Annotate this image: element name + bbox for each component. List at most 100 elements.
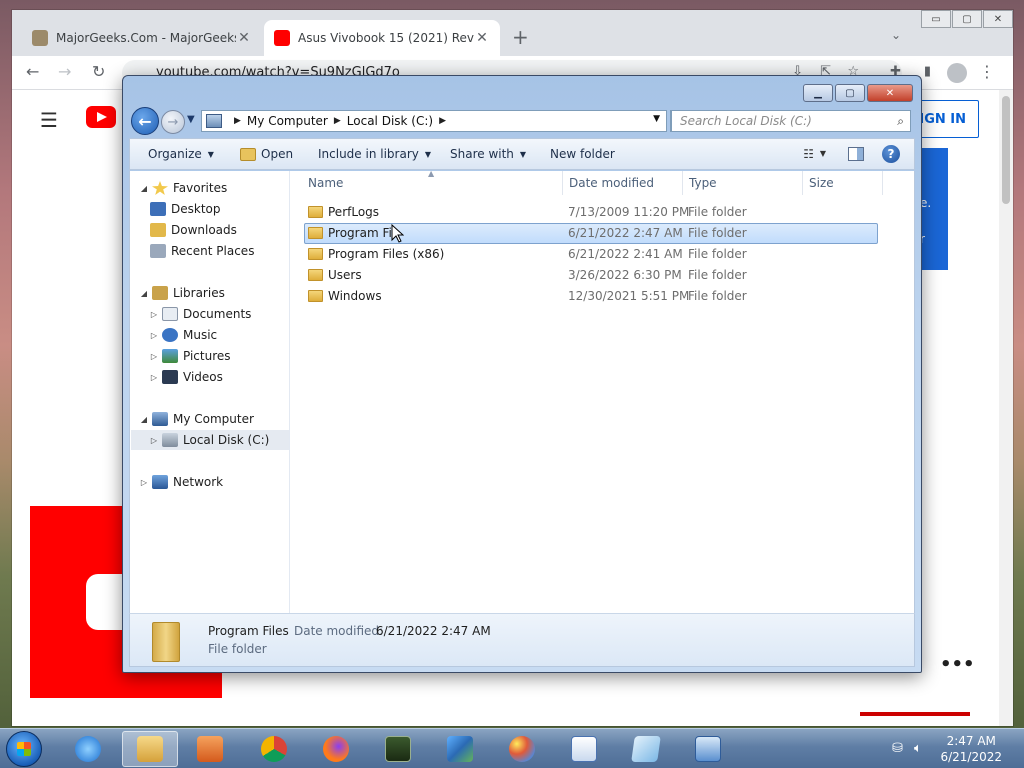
- page-scrollbar[interactable]: [999, 90, 1013, 726]
- file-row-program-files-x86[interactable]: Program Files (x86) 6/21/2022 2:41 AM Fi…: [304, 244, 878, 265]
- mouse-cursor-icon: [391, 224, 404, 243]
- back-button-icon[interactable]: ←: [131, 107, 159, 135]
- profile-avatar-icon[interactable]: [947, 63, 967, 83]
- forward-arrow-icon[interactable]: →: [58, 62, 71, 81]
- side-panel-icon[interactable]: ▮: [924, 64, 931, 79]
- folder-icon: [308, 248, 323, 260]
- reload-icon[interactable]: ↻: [92, 62, 105, 81]
- column-header-type[interactable]: Type: [689, 176, 717, 190]
- breadcrumb-my-computer[interactable]: My Computer: [247, 114, 328, 128]
- taskbar-chrome[interactable]: [246, 731, 302, 767]
- nav-documents[interactable]: ▷ Documents: [148, 304, 251, 324]
- include-in-library-button[interactable]: Include in library ▼: [318, 147, 431, 161]
- nav-pictures[interactable]: ▷ Pictures: [148, 346, 231, 366]
- taskbar-network-app[interactable]: [432, 731, 488, 767]
- more-options-icon[interactable]: •••: [940, 654, 975, 675]
- system-clock[interactable]: 2:47 AM 6/21/2022: [940, 733, 1002, 765]
- column-divider[interactable]: [802, 171, 803, 195]
- nav-local-disk[interactable]: ▷ Local Disk (C:): [131, 430, 289, 450]
- chrome-close-button[interactable]: ✕: [983, 10, 1013, 28]
- organize-button[interactable]: Organize ▼: [148, 147, 214, 161]
- breadcrumb-local-disk[interactable]: Local Disk (C:): [347, 114, 433, 128]
- explorer-close-button[interactable]: ✕: [867, 84, 913, 102]
- taskbar-paint[interactable]: [494, 731, 550, 767]
- expand-arrow-icon[interactable]: ◢: [138, 289, 150, 298]
- share-with-button[interactable]: Share with ▼: [450, 147, 526, 161]
- column-divider[interactable]: [682, 171, 683, 195]
- music-icon: [162, 328, 178, 342]
- network-tray-icon[interactable]: ⛁: [892, 741, 903, 756]
- expand-arrow-icon[interactable]: ▷: [148, 352, 160, 361]
- expand-arrow-icon[interactable]: ▷: [148, 331, 160, 340]
- computer-icon: [152, 412, 168, 426]
- breadcrumb-separator-icon[interactable]: ▶: [334, 116, 341, 126]
- taskbar-notepad[interactable]: [618, 731, 674, 767]
- sort-ascending-icon: ▲: [428, 169, 435, 178]
- file-row-perflogs[interactable]: PerfLogs 7/13/2009 11:20 PM File folder: [304, 202, 878, 223]
- help-icon[interactable]: ?: [882, 145, 900, 163]
- breadcrumb-separator-icon[interactable]: ▶: [234, 116, 241, 126]
- nav-label: Libraries: [173, 286, 225, 300]
- computer-icon: [206, 114, 222, 128]
- taskbar-windows-explorer[interactable]: [122, 731, 178, 767]
- expand-arrow-icon[interactable]: ◢: [138, 184, 150, 193]
- start-button-icon[interactable]: [6, 731, 42, 767]
- new-folder-button[interactable]: New folder: [550, 147, 615, 161]
- new-tab-button[interactable]: +: [512, 25, 529, 49]
- tab-search-icon[interactable]: ⌄: [891, 28, 901, 42]
- column-divider[interactable]: [562, 171, 563, 195]
- taskbar-media-player[interactable]: [182, 731, 238, 767]
- breadcrumb-separator-icon[interactable]: ▶: [439, 116, 446, 126]
- nav-my-computer[interactable]: ◢ My Computer: [138, 409, 254, 429]
- expand-arrow-icon[interactable]: ▷: [148, 310, 160, 319]
- expand-arrow-icon[interactable]: ◢: [138, 415, 150, 424]
- taskbar-internet-explorer[interactable]: [60, 731, 116, 767]
- tab-close-icon[interactable]: ✕: [474, 30, 490, 46]
- expand-arrow-icon[interactable]: ▷: [148, 373, 160, 382]
- taskbar-firefox[interactable]: [308, 731, 364, 767]
- file-row-users[interactable]: Users 3/26/2022 6:30 PM File folder: [304, 265, 878, 286]
- explorer-minimize-button[interactable]: ▁: [803, 84, 833, 102]
- chrome-minimize-button[interactable]: ▭: [921, 10, 951, 28]
- column-header-size[interactable]: Size: [809, 176, 834, 190]
- taskbar-wordpad[interactable]: [556, 731, 612, 767]
- nav-videos[interactable]: ▷ Videos: [148, 367, 223, 387]
- preview-pane-icon[interactable]: [848, 147, 864, 161]
- hamburger-menu-icon[interactable]: ☰: [40, 108, 58, 132]
- taskbar-control-panel[interactable]: [680, 731, 736, 767]
- search-icon[interactable]: ⌕: [897, 114, 904, 129]
- change-view-icon[interactable]: ☷: [803, 147, 814, 161]
- expand-arrow-icon[interactable]: ▷: [138, 478, 150, 487]
- expand-arrow-icon[interactable]: ▷: [148, 436, 160, 445]
- chevron-down-icon[interactable]: ▼: [820, 149, 826, 158]
- taskbar-task-manager[interactable]: [370, 731, 426, 767]
- column-header-date[interactable]: Date modified: [569, 176, 654, 190]
- column-header-name[interactable]: Name: [308, 176, 343, 190]
- nav-recent-places[interactable]: Recent Places: [148, 241, 254, 261]
- recent-pages-dropdown-icon[interactable]: ▼: [187, 114, 195, 125]
- breadcrumb[interactable]: ▶ My Computer ▶ Local Disk (C:) ▶ ▼: [201, 110, 667, 132]
- address-dropdown-icon[interactable]: ▼: [653, 114, 660, 124]
- tab-close-icon[interactable]: ✕: [236, 30, 252, 46]
- nav-music[interactable]: ▷ Music: [148, 325, 217, 345]
- chrome-menu-icon[interactable]: ⋮: [979, 62, 995, 81]
- tab-majorgeeks[interactable]: MajorGeeks.Com - MajorGeeks ✕: [22, 20, 262, 56]
- search-input[interactable]: Search Local Disk (C:) ⌕: [671, 110, 911, 132]
- chrome-maximize-button[interactable]: ▢: [952, 10, 982, 28]
- open-button[interactable]: Open: [240, 147, 293, 161]
- file-row-windows[interactable]: Windows 12/30/2021 5:51 PM File folder: [304, 286, 878, 307]
- nav-downloads[interactable]: Downloads: [148, 220, 237, 240]
- paint-icon: [509, 736, 535, 762]
- nav-desktop[interactable]: Desktop: [148, 199, 221, 219]
- nav-favorites[interactable]: ◢ Favorites: [138, 178, 227, 198]
- youtube-logo-icon[interactable]: [86, 106, 116, 128]
- forward-button-icon[interactable]: →: [161, 110, 185, 134]
- volume-tray-icon[interactable]: 🔈︎: [914, 741, 922, 756]
- scrollbar-thumb[interactable]: [1002, 96, 1010, 204]
- nav-libraries[interactable]: ◢ Libraries: [138, 283, 225, 303]
- tab-youtube[interactable]: Asus Vivobook 15 (2021) Review ✕: [264, 20, 500, 56]
- nav-network[interactable]: ▷ Network: [138, 472, 223, 492]
- back-arrow-icon[interactable]: ←: [26, 62, 39, 81]
- explorer-maximize-button[interactable]: ▢: [835, 84, 865, 102]
- column-divider[interactable]: [882, 171, 883, 195]
